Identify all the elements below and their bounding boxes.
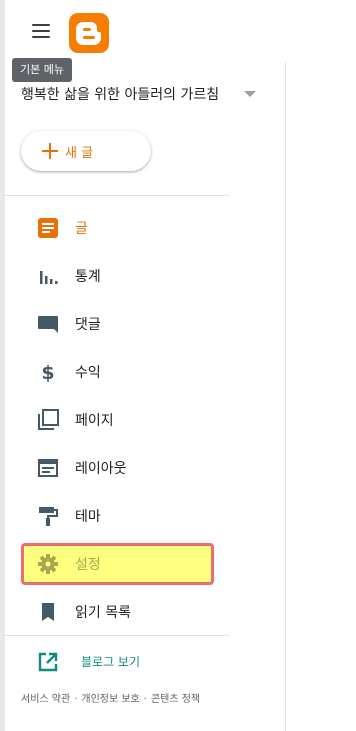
dollar-icon: $	[41, 362, 54, 383]
dropdown-caret-icon	[244, 91, 256, 97]
nav-label-layout: 레이아웃	[75, 461, 127, 477]
footer-separator: ·	[143, 694, 147, 705]
nav-item-pages[interactable]: 페이지	[21, 404, 261, 434]
privacy-link[interactable]: 개인정보 보호	[81, 694, 139, 705]
pages-icon	[38, 409, 59, 430]
menu-tooltip: 기본 메뉴	[12, 58, 72, 82]
footer-links: 서비스 약관 · 개인정보 보호 · 콘텐츠 정책	[21, 690, 200, 705]
nav-item-reading-list[interactable]: 읽기 목록	[21, 596, 261, 626]
nav-label-comments: 댓글	[75, 317, 101, 333]
nav-label-stats: 통계	[75, 269, 101, 285]
nav-label-posts: 글	[75, 221, 88, 237]
nav-divider-bottom	[5, 635, 230, 636]
stats-icon	[40, 271, 58, 284]
nav-item-stats[interactable]: 통계	[21, 260, 261, 290]
blog-title: 행복한 삶을 위한 아들러의 가르침	[21, 87, 220, 103]
plus-icon	[42, 143, 58, 159]
bookmark-icon	[42, 603, 54, 621]
blog-selector-dropdown[interactable]: 행복한 삶을 위한 아들러의 가르침	[21, 81, 261, 107]
nav-label-reading-list: 읽기 목록	[75, 605, 131, 621]
svg-text:$: $	[41, 362, 54, 383]
nav-item-posts[interactable]: 글	[21, 212, 261, 242]
nav-divider-top	[5, 195, 230, 196]
new-post-button[interactable]: 새 글	[21, 131, 151, 171]
nav-item-comments[interactable]: 댓글	[21, 308, 261, 338]
nav-item-theme[interactable]: 테마	[21, 500, 261, 530]
nav-label-theme: 테마	[75, 509, 101, 525]
sidebar-divider	[285, 62, 286, 731]
open-in-new-icon	[38, 652, 58, 672]
terms-of-service-link[interactable]: 서비스 약관	[21, 694, 70, 705]
content-policy-link[interactable]: 콘텐츠 정책	[151, 694, 200, 705]
footer-separator: ·	[74, 694, 78, 705]
hamburger-menu-button[interactable]	[28, 20, 54, 42]
layout-icon	[38, 459, 58, 477]
blogger-logo-icon[interactable]	[69, 13, 109, 53]
nav-item-layout[interactable]: 레이아웃	[21, 452, 261, 482]
view-blog-link[interactable]: 블로그 보기	[37, 648, 217, 676]
nav-label-settings: 설정	[75, 557, 101, 573]
view-blog-label: 블로그 보기	[81, 655, 141, 669]
nav-item-earnings[interactable]: $ 수익	[21, 356, 261, 386]
gear-icon	[38, 554, 58, 574]
window-edge	[0, 0, 5, 731]
nav-item-settings[interactable]: 설정	[21, 548, 261, 578]
nav-label-earnings: 수익	[75, 365, 101, 381]
paint-roller-icon	[39, 507, 58, 526]
comment-icon	[38, 316, 58, 333]
nav-label-pages: 페이지	[75, 413, 114, 429]
posts-icon	[38, 218, 58, 238]
new-post-label: 새 글	[65, 146, 94, 161]
